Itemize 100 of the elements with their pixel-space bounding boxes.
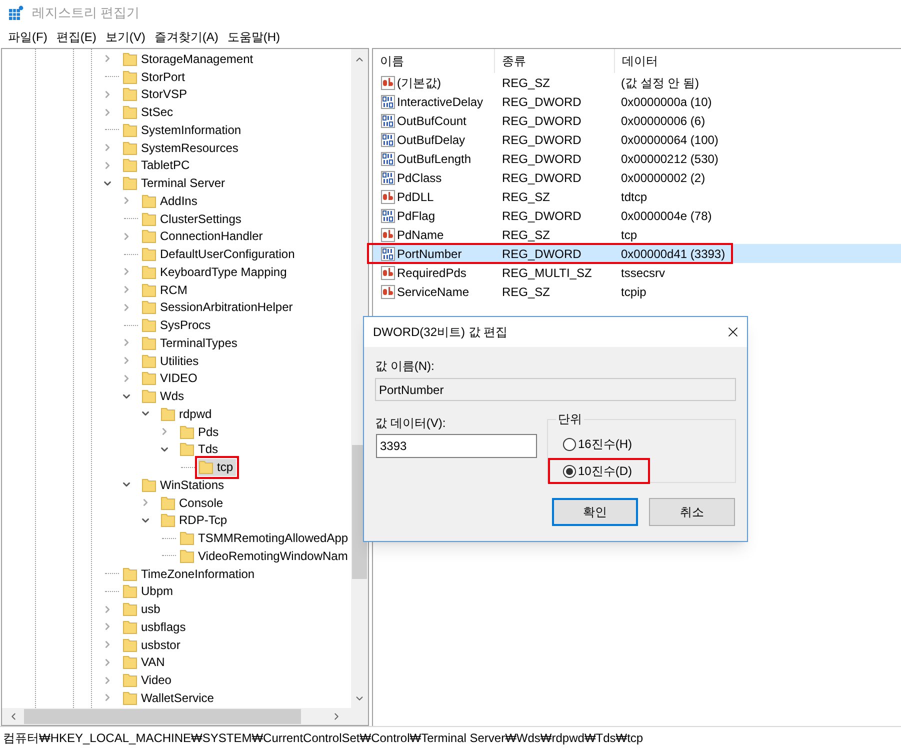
- value-row[interactable]: ServiceName REG_SZ tcpip: [373, 282, 901, 301]
- binary-value-icon: [380, 132, 396, 148]
- tree-item[interactable]: usb: [122, 600, 164, 618]
- tree-item[interactable]: AddIns: [141, 192, 200, 210]
- value-data: 0x0000004e (78): [620, 208, 712, 224]
- tree-item[interactable]: rdpwd: [160, 405, 215, 422]
- tree-item[interactable]: Console: [160, 494, 226, 512]
- value-type: REG_DWORD: [501, 150, 582, 168]
- folder-icon: [179, 441, 195, 458]
- tree-item[interactable]: Video: [122, 672, 174, 689]
- value-row[interactable]: OutBufLength REG_DWORD 0x00000212 (530): [373, 149, 901, 168]
- value-data: 0x00000002 (2): [620, 170, 706, 186]
- tree-item[interactable]: VideoRemotingWindowNam: [179, 547, 351, 564]
- radio-option[interactable]: 16진수(H): [550, 433, 648, 455]
- tree-item[interactable]: VIDEO: [141, 370, 200, 387]
- value-name-field[interactable]: PortNumber: [375, 378, 736, 401]
- tree-item[interactable]: RDP-Tcp: [160, 512, 230, 529]
- value-type: REG_MULTI_SZ: [501, 264, 593, 282]
- tree-item[interactable]: Pds: [179, 423, 222, 440]
- tree-item[interactable]: SystemResources: [122, 139, 242, 156]
- tree-item[interactable]: SystemInformation: [122, 121, 244, 138]
- folder-icon: [122, 140, 138, 156]
- tree-item[interactable]: StSec: [122, 104, 176, 121]
- tree-item[interactable]: ConnectionHandler: [141, 228, 266, 245]
- value-row[interactable]: PdClass REG_DWORD 0x00000002 (2): [373, 168, 901, 187]
- column-header[interactable]: 데이터: [615, 49, 735, 73]
- tree-item[interactable]: VAN: [122, 654, 168, 671]
- menu-item[interactable]: 편집(E): [56, 28, 96, 46]
- value-row[interactable]: RequiredPds REG_MULTI_SZ tssecsrv: [373, 263, 901, 282]
- folder-icon: [122, 672, 138, 688]
- tree-item[interactable]: tcp: [198, 458, 236, 476]
- tree-item[interactable]: KeyboardType Mapping: [141, 263, 290, 280]
- tree-connector: [105, 590, 119, 592]
- value-data: 0x00000d41 (3393): [620, 246, 726, 262]
- tree-item[interactable]: TabletPC: [122, 156, 193, 174]
- tree-item[interactable]: Utilities: [141, 352, 202, 370]
- tree-item[interactable]: SysProcs: [141, 316, 214, 334]
- tree-item[interactable]: DefaultUserConfiguration: [141, 246, 298, 263]
- radio-button[interactable]: [563, 438, 576, 450]
- tree-item[interactable]: StorPort: [122, 68, 188, 86]
- value-row[interactable]: InteractiveDelay REG_DWORD 0x0000000a (10): [373, 92, 901, 111]
- folder-icon: [141, 476, 157, 493]
- menu-item[interactable]: 즐겨찾기(A): [154, 28, 218, 46]
- value-name: ServiceName: [397, 284, 470, 300]
- value-data: tcpip: [620, 284, 646, 300]
- folder-icon: [122, 122, 138, 138]
- folder-icon: [122, 601, 138, 618]
- folder-icon: [122, 690, 138, 706]
- menu-item[interactable]: 파일(F): [8, 28, 48, 46]
- value-row[interactable]: OutBufDelay REG_DWORD 0x00000064 (100): [373, 130, 901, 149]
- tree-item[interactable]: TerminalTypes: [141, 334, 240, 352]
- field-label: 값 이름(N):: [375, 358, 436, 374]
- registry-icon: [8, 5, 24, 21]
- value-row[interactable]: PdDLL REG_SZ tdtcp: [373, 187, 901, 206]
- radio-button[interactable]: [563, 464, 576, 478]
- tree-item[interactable]: Ubpm: [122, 582, 176, 600]
- radio-option[interactable]: 10진수(D): [550, 460, 648, 482]
- folder-icon: [122, 566, 138, 582]
- tree-item[interactable]: SessionArbitrationHelper: [141, 298, 296, 316]
- tree-item[interactable]: ClusterSettings: [141, 210, 244, 228]
- value-row[interactable]: OutBufCount REG_DWORD 0x00000006 (6): [373, 111, 901, 130]
- value-row[interactable]: (기본값) REG_SZ (값 설정 안 됨): [373, 73, 901, 92]
- menu-item[interactable]: 보기(V): [105, 28, 146, 46]
- folder-icon: [122, 636, 138, 653]
- dialog-button[interactable]: 취소: [649, 498, 735, 526]
- dialog-button[interactable]: 확인: [552, 498, 638, 526]
- tree-connector: [162, 538, 176, 539]
- value-type: REG_DWORD: [501, 94, 582, 110]
- folder-icon: [141, 317, 157, 334]
- tree-item[interactable]: StorageManagement: [122, 50, 256, 68]
- tree-item[interactable]: usbstor: [122, 636, 184, 654]
- tree-item[interactable]: Terminal Server: [122, 174, 228, 192]
- value-row[interactable]: PdFlag REG_DWORD 0x0000004e (78): [373, 206, 901, 225]
- value-data-field[interactable]: 3393: [376, 434, 537, 458]
- folder-icon: [141, 192, 157, 209]
- string-value-icon: [380, 188, 396, 204]
- tree-item[interactable]: WinStations: [141, 476, 228, 494]
- value-type: REG_DWORD: [501, 170, 582, 186]
- tree-item[interactable]: usbflags: [122, 618, 189, 636]
- column-header[interactable]: 종류: [495, 49, 615, 73]
- value-type: REG_DWORD: [501, 132, 582, 148]
- folder-icon: [179, 530, 195, 546]
- scrollbar-thumb[interactable]: [24, 709, 301, 724]
- tree-item[interactable]: TimeZoneInformation: [122, 565, 258, 582]
- menu-item[interactable]: 도움말(H): [227, 28, 280, 46]
- binary-value-icon: [380, 170, 396, 186]
- value-type: REG_SZ: [501, 226, 552, 244]
- tree-item[interactable]: Tds: [179, 440, 222, 458]
- value-row[interactable]: PdName REG_SZ tcp: [373, 225, 901, 244]
- tree-item[interactable]: StorVSP: [122, 86, 190, 103]
- folder-icon: [122, 50, 138, 67]
- folder-icon: [141, 210, 157, 227]
- folder-icon: [141, 299, 157, 316]
- tree-item[interactable]: RCM: [141, 281, 190, 298]
- folder-icon: [141, 282, 157, 298]
- tree-item[interactable]: Wds: [141, 388, 187, 405]
- tree-item[interactable]: WalletService: [122, 689, 217, 706]
- tree-item[interactable]: TSMMRemotingAllowedApp: [179, 530, 351, 547]
- string-value-icon: [380, 264, 396, 280]
- column-header[interactable]: 이름: [373, 49, 495, 73]
